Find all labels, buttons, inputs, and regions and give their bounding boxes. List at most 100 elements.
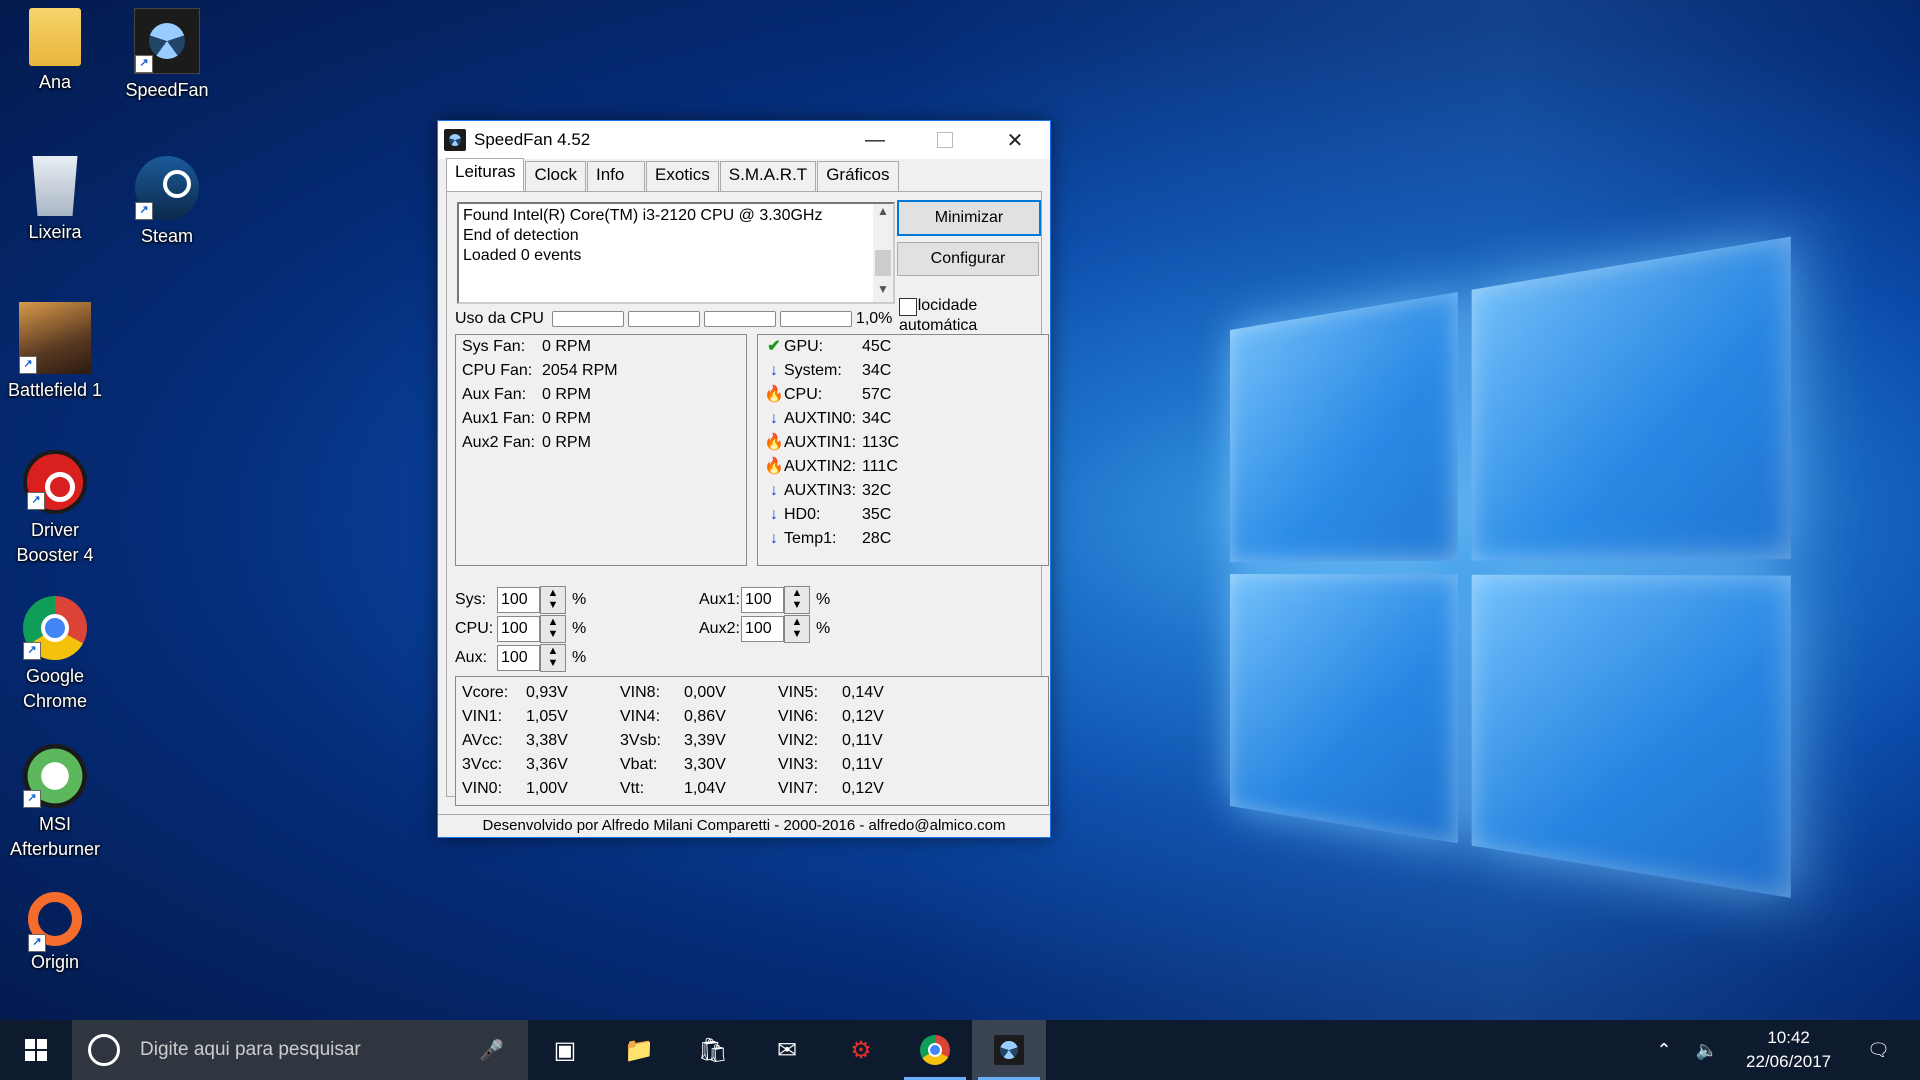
- voltage-label: VIN5:: [778, 681, 842, 705]
- voltage-label: VIN8:: [620, 681, 684, 705]
- configure-button[interactable]: Configurar: [897, 242, 1039, 276]
- clock[interactable]: 10:42 22/06/2017: [1746, 1026, 1831, 1074]
- tab-clock[interactable]: Clock: [525, 161, 586, 191]
- temperature-label: HD0:: [784, 503, 862, 527]
- log-scrollbar[interactable]: ▲ ▼: [873, 204, 893, 302]
- speed-input[interactable]: 100: [497, 587, 540, 613]
- speed-label: Sys:: [455, 591, 497, 609]
- volume-icon[interactable]: 🔈: [1696, 1040, 1718, 1061]
- voltage-value: 3,39V: [684, 729, 726, 753]
- voltage-value: 3,36V: [526, 753, 568, 777]
- fan-label: Sys Fan:: [462, 335, 542, 359]
- desktop-icon-ana[interactable]: Ana: [0, 8, 110, 95]
- title-bar[interactable]: SpeedFan 4.52 — ✕: [438, 121, 1050, 159]
- voltage-label: AVcc:: [462, 729, 526, 753]
- temperature-row: ↓ HD0: 35C: [758, 503, 1048, 527]
- desktop-icon-msi-afterburner[interactable]: ↗ MSI Afterburner: [0, 744, 110, 862]
- steam-icon: ↗: [135, 156, 199, 220]
- scroll-up-icon[interactable]: ▲: [873, 204, 893, 224]
- auto-speed-checkbox[interactable]: Velocidade automática: [899, 296, 1019, 336]
- start-button[interactable]: [0, 1020, 72, 1080]
- voltage-value: 0,12V: [842, 777, 884, 801]
- task-view-icon[interactable]: ▣: [528, 1020, 602, 1080]
- temperature-row: ↓ AUXTIN0: 34C: [758, 407, 1048, 431]
- temperature-value: 45C: [862, 335, 891, 359]
- voltage-value: 3,30V: [684, 753, 726, 777]
- close-window-button[interactable]: ✕: [980, 121, 1050, 159]
- flame-icon: 🔥: [764, 383, 784, 407]
- action-center-icon[interactable]: 🗨: [1867, 1040, 1890, 1061]
- voltage-row: VIN8: 0,00V: [620, 681, 726, 705]
- voltage-value: 0,11V: [842, 753, 883, 777]
- speedfan-app-icon[interactable]: [444, 129, 466, 151]
- voltage-value: 0,93V: [526, 681, 568, 705]
- temperature-row: ✔ GPU: 45C: [758, 335, 1048, 359]
- minimize-window-button[interactable]: —: [840, 121, 910, 159]
- desktop-icon-origin[interactable]: ↗ Origin: [0, 892, 110, 975]
- tab-info[interactable]: Info: [587, 161, 645, 191]
- voltage-row: 3Vsb: 3,39V: [620, 729, 726, 753]
- voltage-row: VIN5: 0,14V: [778, 681, 884, 705]
- cpu-usage-meter: [628, 311, 700, 327]
- arrow-down-icon: ↓: [764, 359, 784, 383]
- log-line: Found Intel(R) Core(TM) i3-2120 CPU @ 3.…: [463, 206, 889, 226]
- minimize-button[interactable]: Minimizar: [897, 200, 1041, 236]
- mail-icon[interactable]: ✉: [750, 1020, 824, 1080]
- desktop-icon-battlefield[interactable]: ↗ Battlefield 1: [0, 302, 110, 403]
- flame-icon: 🔥: [764, 431, 784, 455]
- driver-booster-taskbar-icon[interactable]: ⚙: [824, 1020, 898, 1080]
- clock-time: 10:42: [1746, 1026, 1831, 1050]
- spinner-arrows-icon[interactable]: ▲ ▼: [540, 615, 566, 643]
- desktop-icon-driver-booster[interactable]: ↗ Driver Booster 4: [0, 450, 110, 568]
- chrome-taskbar-icon[interactable]: [898, 1020, 972, 1080]
- scroll-thumb[interactable]: [875, 250, 891, 276]
- spinner-arrows-icon[interactable]: ▲ ▼: [540, 586, 566, 614]
- speed-spinner: Aux2: 100 ▲ ▼%: [699, 615, 830, 643]
- speedfan-taskbar-icon[interactable]: [972, 1020, 1046, 1080]
- tab-smart[interactable]: S.M.A.R.T: [720, 161, 816, 191]
- spinner-arrows-icon[interactable]: ▲ ▼: [540, 644, 566, 672]
- fan-row: CPU Fan: 2054 RPM: [456, 359, 746, 383]
- voltage-value: 1,00V: [526, 777, 568, 801]
- spinner-arrows-icon[interactable]: ▲ ▼: [784, 615, 810, 643]
- temperature-label: AUXTIN3:: [784, 479, 862, 503]
- log-line: Loaded 0 events: [463, 246, 889, 266]
- window-title: SpeedFan 4.52: [474, 130, 590, 150]
- clock-date: 22/06/2017: [1746, 1050, 1831, 1074]
- desktop-icon-chrome[interactable]: ↗ Google Chrome: [0, 596, 110, 714]
- temperature-label: CPU:: [784, 383, 862, 407]
- tab-leituras[interactable]: Leituras: [446, 158, 524, 192]
- microphone-icon[interactable]: 🎤: [479, 1038, 504, 1063]
- tab-exotics[interactable]: Exotics: [646, 161, 719, 191]
- show-hidden-icons-icon[interactable]: ⌃: [1657, 1040, 1672, 1061]
- maximize-window-button[interactable]: [910, 121, 980, 159]
- speed-input[interactable]: 100: [497, 616, 540, 642]
- event-log[interactable]: Found Intel(R) Core(TM) i3-2120 CPU @ 3.…: [457, 202, 895, 304]
- recycle-bin-icon: [30, 156, 80, 216]
- tab-graficos[interactable]: Gráficos: [817, 161, 898, 191]
- fan-value: 0 RPM: [542, 383, 591, 407]
- voltage-label: Vtt:: [620, 777, 684, 801]
- spinner-arrows-icon[interactable]: ▲ ▼: [784, 586, 810, 614]
- store-icon[interactable]: 🛍: [676, 1020, 750, 1080]
- voltage-row: VIN1: 1,05V: [462, 705, 568, 729]
- search-box[interactable]: Digite aqui para pesquisar 🎤: [72, 1020, 528, 1080]
- scroll-down-icon[interactable]: ▼: [873, 282, 893, 302]
- voltage-label: VIN3:: [778, 753, 842, 777]
- speed-input[interactable]: 100: [741, 616, 784, 642]
- percent-label: %: [572, 591, 586, 609]
- desktop-icon-speedfan[interactable]: ↗ SpeedFan: [112, 8, 222, 103]
- fan-value: 0 RPM: [542, 431, 591, 455]
- temperature-value: 34C: [862, 359, 891, 383]
- arrow-down-icon: ↓: [764, 503, 784, 527]
- voltage-readings: Vcore: 0,93V VIN1: 1,05V AVcc: 3,38V 3Vcc: 3,36…: [455, 676, 1049, 806]
- checkbox-box[interactable]: [899, 298, 917, 316]
- desktop-icon-lixeira[interactable]: Lixeira: [0, 156, 110, 245]
- voltage-row: Vbat: 3,30V: [620, 753, 726, 777]
- file-explorer-icon[interactable]: 📁: [602, 1020, 676, 1080]
- desktop-icon-steam[interactable]: ↗ Steam: [112, 156, 222, 249]
- cpu-usage-meter: [780, 311, 852, 327]
- speed-input[interactable]: 100: [741, 587, 784, 613]
- windows-start-icon: [25, 1039, 47, 1061]
- speed-input[interactable]: 100: [497, 645, 540, 671]
